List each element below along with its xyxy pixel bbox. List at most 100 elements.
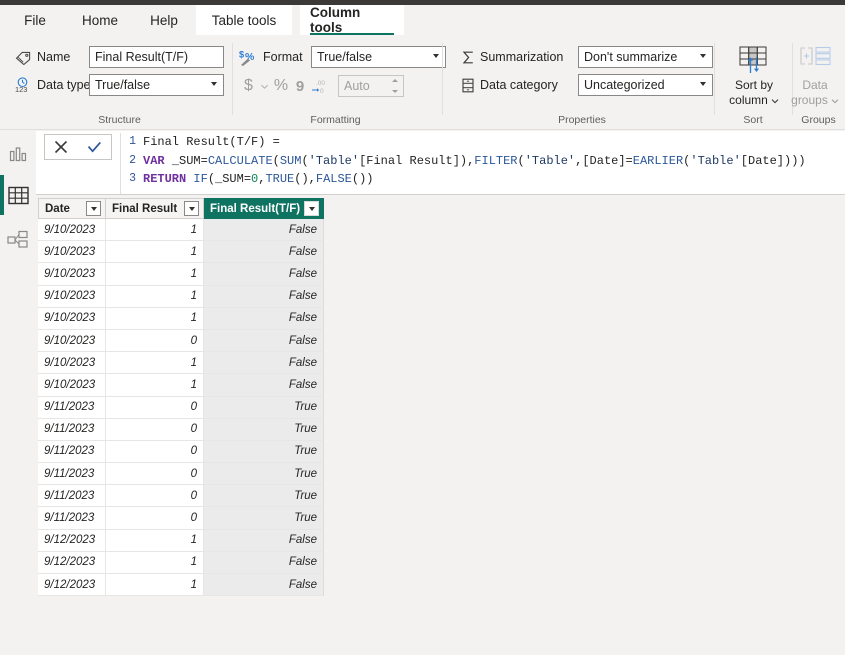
table-cell[interactable]: 1 <box>106 374 204 397</box>
table-cell[interactable]: False <box>204 574 324 597</box>
table-cell[interactable]: 1 <box>106 263 204 286</box>
table-row[interactable]: 9/12/2023 1 False <box>38 574 324 597</box>
table-cell[interactable]: 1 <box>106 219 204 242</box>
table-cell[interactable]: 9/12/2023 <box>38 551 106 574</box>
table-row[interactable]: 9/10/2023 1 False <box>38 285 324 308</box>
table-cell[interactable]: False <box>204 263 324 286</box>
table-cell[interactable]: 1 <box>106 241 204 264</box>
table-cell[interactable]: 0 <box>106 507 204 530</box>
currency-icon[interactable]: $ <box>240 77 257 95</box>
table-row[interactable]: 9/11/2023 0 True <box>38 396 324 419</box>
table-row[interactable]: 9/10/2023 1 False <box>38 352 324 375</box>
table-cell[interactable]: 9/11/2023 <box>38 418 106 441</box>
table-row[interactable]: 9/10/2023 1 False <box>38 263 324 286</box>
table-cell[interactable]: 9/10/2023 <box>38 285 106 308</box>
sidebar-item-model-view[interactable] <box>0 219 36 259</box>
data-type-dropdown[interactable]: True/false <box>89 74 224 96</box>
table-cell[interactable]: 9/11/2023 <box>38 507 106 530</box>
table-cell[interactable]: 9/10/2023 <box>38 352 106 375</box>
table-cell[interactable]: 0 <box>106 329 204 353</box>
column-filter-icon[interactable] <box>184 201 199 216</box>
table-cell[interactable]: True <box>204 485 324 508</box>
data-category-dropdown[interactable]: Uncategorized <box>578 74 713 96</box>
formula-cancel-button[interactable] <box>53 139 69 155</box>
table-cell[interactable]: 0 <box>106 485 204 508</box>
table-cell[interactable]: 1 <box>106 529 204 552</box>
percent-icon[interactable]: % <box>271 77 291 95</box>
tab-column-tools[interactable]: Column tools <box>300 5 404 35</box>
table-row[interactable]: 9/12/2023 1 False <box>38 529 324 552</box>
table-row[interactable]: 9/11/2023 0 True <box>38 440 324 464</box>
table-cell[interactable]: 9/11/2023 <box>38 485 106 508</box>
table-cell[interactable]: 1 <box>106 285 204 308</box>
thousands-separator-icon[interactable]: 9 <box>291 78 309 95</box>
table-cell[interactable]: 9/10/2023 <box>38 219 106 242</box>
table-cell[interactable]: 0 <box>106 418 204 441</box>
table-cell[interactable]: True <box>204 396 324 419</box>
table-cell[interactable]: 9/10/2023 <box>38 329 106 353</box>
table-row[interactable]: 9/11/2023 0 True <box>38 485 324 508</box>
table-cell[interactable]: 9/11/2023 <box>38 396 106 419</box>
sidebar-item-report-view[interactable] <box>0 134 36 174</box>
sidebar-item-data-view[interactable] <box>0 175 36 215</box>
table-cell[interactable]: 1 <box>106 352 204 375</box>
table-cell[interactable]: 1 <box>106 551 204 574</box>
table-cell[interactable]: 1 <box>106 307 204 330</box>
formula-commit-button[interactable] <box>86 139 103 155</box>
table-cell[interactable]: False <box>204 352 324 375</box>
column-header-date[interactable]: Date <box>38 198 106 219</box>
spinner-icon[interactable] <box>391 78 400 94</box>
tab-table-tools[interactable]: Table tools <box>196 5 292 35</box>
table-cell[interactable]: False <box>204 285 324 308</box>
sort-by-column-button[interactable]: Sort by column <box>722 45 786 108</box>
table-cell[interactable]: False <box>204 241 324 264</box>
table-cell[interactable]: 9/10/2023 <box>38 374 106 397</box>
table-row[interactable]: 9/11/2023 0 True <box>38 463 324 486</box>
table-cell[interactable]: 9/10/2023 <box>38 307 106 330</box>
name-input[interactable]: Final Result(T/F) <box>89 46 224 68</box>
table-row[interactable]: 9/10/2023 1 False <box>38 374 324 397</box>
table-cell[interactable]: 9/12/2023 <box>38 529 106 552</box>
table-row[interactable]: 9/10/2023 1 False <box>38 219 324 242</box>
table-cell[interactable]: True <box>204 440 324 464</box>
summarization-dropdown[interactable]: Don't summarize <box>578 46 713 68</box>
table-cell[interactable]: True <box>204 418 324 441</box>
table-cell[interactable]: False <box>204 219 324 242</box>
table-row[interactable]: 9/10/2023 0 False <box>38 329 324 353</box>
table-cell[interactable]: 9/11/2023 <box>38 440 106 464</box>
table-cell[interactable]: 9/11/2023 <box>38 463 106 486</box>
table-row[interactable]: 9/11/2023 0 True <box>38 418 324 441</box>
column-header-final-result[interactable]: Final Result <box>106 198 204 219</box>
tab-help[interactable]: Help <box>138 5 190 35</box>
format-dropdown[interactable]: True/false <box>311 46 446 68</box>
tab-home[interactable]: Home <box>68 5 132 35</box>
decimal-places-input[interactable]: Auto <box>338 75 404 97</box>
tab-file[interactable]: File <box>8 5 62 35</box>
table-cell[interactable]: 0 <box>106 463 204 486</box>
table-cell[interactable]: False <box>204 307 324 330</box>
table-cell[interactable]: 9/10/2023 <box>38 241 106 264</box>
chevron-down-icon <box>831 98 839 103</box>
table-row[interactable]: 9/10/2023 1 False <box>38 241 324 264</box>
table-cell[interactable]: 1 <box>106 574 204 597</box>
table-cell[interactable]: False <box>204 374 324 397</box>
decimal-places-icon[interactable]: .00 0 <box>309 78 333 94</box>
table-cell[interactable]: True <box>204 507 324 530</box>
column-filter-icon[interactable] <box>304 201 319 216</box>
table-cell[interactable]: True <box>204 463 324 486</box>
table-cell[interactable]: False <box>204 329 324 353</box>
table-cell[interactable]: 0 <box>106 396 204 419</box>
table-row[interactable]: 9/12/2023 1 False <box>38 551 324 574</box>
table-row[interactable]: 9/10/2023 1 False <box>38 307 324 330</box>
column-filter-icon[interactable] <box>86 201 101 216</box>
dax-formula-editor[interactable]: 1 Final Result(T/F) = 2 VAR _SUM=CALCULA… <box>120 133 845 194</box>
table-cell[interactable]: False <box>204 529 324 552</box>
table-cell[interactable]: 0 <box>106 440 204 464</box>
table-cell[interactable]: 9/10/2023 <box>38 263 106 286</box>
table-cell[interactable]: 9/12/2023 <box>38 574 106 597</box>
table-row[interactable]: 9/11/2023 0 True <box>38 507 324 530</box>
currency-chevron-down-icon[interactable] <box>257 82 271 91</box>
column-header-final-result-tf[interactable]: Final Result(T/F) <box>204 198 324 219</box>
data-groups-button[interactable]: Data groups <box>783 45 845 108</box>
table-cell[interactable]: False <box>204 551 324 574</box>
